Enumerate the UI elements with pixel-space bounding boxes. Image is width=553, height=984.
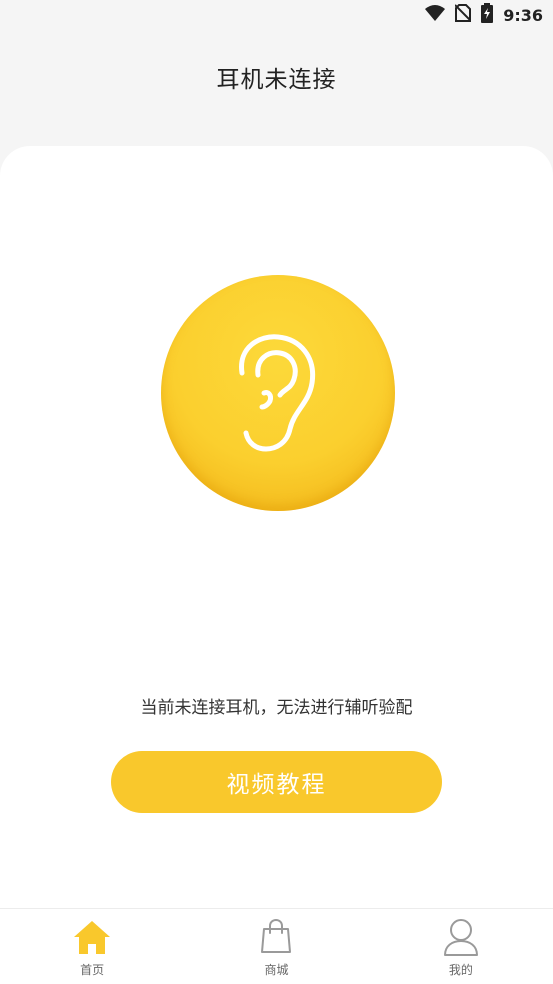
bottom-tab-bar: 首页 商城 我的 <box>0 908 553 984</box>
tab-mall-label: 商城 <box>264 963 289 977</box>
status-time: 9:36 <box>503 5 543 25</box>
tab-mall[interactable]: 商城 <box>184 909 368 984</box>
status-icons: 9:36 <box>425 3 543 27</box>
wifi-icon <box>425 5 446 25</box>
status-bar: 9:36 <box>0 0 553 30</box>
video-tutorial-button[interactable]: 视频教程 <box>111 751 442 813</box>
home-icon <box>72 917 112 957</box>
page-title: 耳机未连接 <box>216 67 337 93</box>
tab-home[interactable]: 首页 <box>0 909 184 984</box>
connection-notice: 当前未连接耳机，无法进行辅听验配 <box>140 698 413 718</box>
tab-mine[interactable]: 我的 <box>369 909 553 984</box>
battery-charging-icon <box>481 3 494 27</box>
shopping-bag-icon <box>256 917 296 957</box>
tab-home-label: 首页 <box>80 963 105 977</box>
ear-badge <box>161 275 395 511</box>
tab-mine-label: 我的 <box>448 963 473 977</box>
no-sim-icon <box>454 4 472 26</box>
user-icon <box>441 917 481 957</box>
